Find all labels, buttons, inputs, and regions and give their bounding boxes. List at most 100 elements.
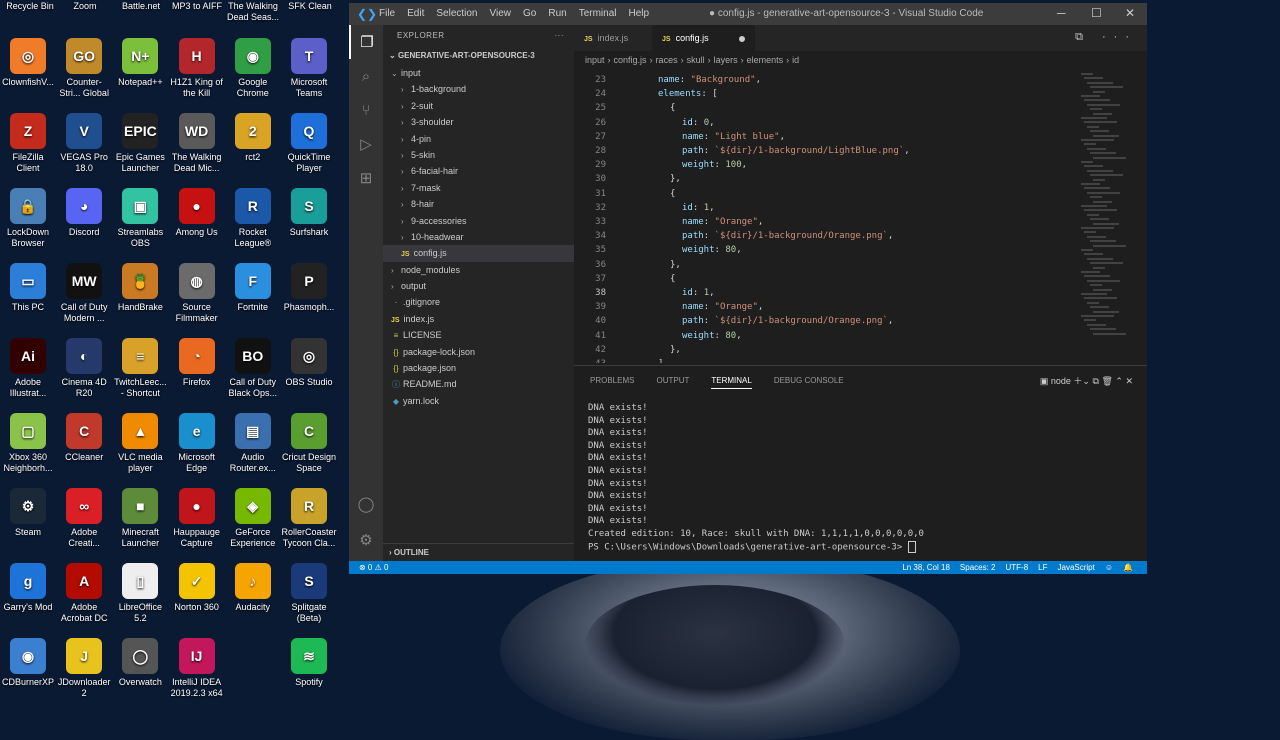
desktop-shortcut[interactable]: ◉ CDBurnerXP [0, 638, 56, 688]
indentation[interactable]: Spaces: 2 [960, 561, 996, 574]
desktop-shortcut[interactable]: ▢ Xbox 360 Neighborh... [0, 413, 56, 474]
desktop-shortcut[interactable]: EPIC Epic Games Launcher [112, 113, 168, 174]
desktop-shortcut[interactable]: 🍍 HandBrake [112, 263, 168, 313]
code-editor[interactable]: 23 name: "Background", 24 elements: [25 {26 i… [574, 69, 1147, 363]
desktop-shortcut[interactable]: g Garry's Mod [0, 563, 56, 613]
panel-tab-debug-console[interactable]: DEBUG CONSOLE [774, 376, 844, 389]
minimize-icon[interactable]: ─ [1057, 6, 1066, 20]
desktop-shortcut[interactable]: ◯ Overwatch [112, 638, 168, 688]
desktop-shortcut[interactable]: WD The Walking Dead Mic... [169, 113, 225, 174]
tree-item[interactable]: › 4-pin [383, 131, 574, 147]
menu-selection[interactable]: Selection [436, 8, 477, 19]
terminal-output[interactable]: DNA exists! DNA exists! DNA exists! DNA exi… [588, 402, 924, 554]
desktop-shortcut[interactable]: ◎ ClownfishV... [0, 38, 56, 88]
terminal-prompt-line[interactable]: PS C:\Users\Windows\Downloads\generative… [588, 540, 924, 554]
split-terminal-icon[interactable]: ⧉ [1092, 376, 1098, 386]
close-icon[interactable]: ✕ [1125, 6, 1135, 20]
desktop-shortcut[interactable]: ≋ Spotify [281, 638, 337, 688]
desktop-top-label[interactable]: Battle.net [111, 1, 171, 12]
desktop-shortcut[interactable]: ◐ Cinema 4D R20 [56, 338, 112, 399]
tree-item[interactable]: › 3-shoulder [383, 114, 574, 130]
breadcrumb-item[interactable]: config.js [614, 55, 647, 65]
run-debug-icon[interactable]: ▷ [349, 127, 383, 161]
encoding[interactable]: UTF-8 [1005, 561, 1028, 574]
panel-tab-output[interactable]: OUTPUT [656, 376, 689, 389]
tree-item[interactable]: › 1-background [383, 81, 574, 97]
tree-item[interactable]: › 10-headwear [383, 229, 574, 245]
menu-file[interactable]: File [379, 8, 395, 19]
desktop-shortcut[interactable]: P Phasmoph... [281, 263, 337, 313]
breadcrumb-item[interactable]: races [656, 55, 678, 65]
menu-run[interactable]: Run [548, 8, 566, 19]
menu-view[interactable]: View [490, 8, 512, 19]
desktop-shortcut[interactable]: Z FileZilla Client [0, 113, 56, 174]
desktop-shortcut[interactable]: ▲ VLC media player [112, 413, 168, 474]
extensions-icon[interactable]: ⊞ [349, 161, 383, 195]
desktop-shortcut[interactable]: ◈ GeForce Experience [225, 488, 281, 549]
tree-item[interactable]: ≡ LICENSE [383, 327, 574, 343]
desktop-shortcut[interactable]: S Splitgate (Beta) [281, 563, 337, 624]
desktop-shortcut[interactable]: C Cricut Design Space [281, 413, 337, 474]
menu-edit[interactable]: Edit [407, 8, 424, 19]
unsaved-dot-icon[interactable] [738, 35, 745, 42]
tree-item[interactable]: ⓘ README.md [383, 376, 574, 392]
tree-item[interactable]: › 8-hair [383, 196, 574, 212]
desktop-shortcut[interactable]: ◉ Google Chrome [225, 38, 281, 99]
desktop-shortcut[interactable]: ◔ Firefox [169, 338, 225, 388]
panel-tab-problems[interactable]: PROBLEMS [590, 376, 634, 389]
desktop-shortcut[interactable]: ▤ Audio Router.ex... [225, 413, 281, 474]
maximize-panel-icon[interactable]: ⌃ [1115, 376, 1123, 386]
desktop-shortcut[interactable]: ✓ Norton 360 [169, 563, 225, 613]
language-mode[interactable]: JavaScript [1058, 561, 1095, 574]
desktop-shortcut[interactable]: A Adobe Acrobat DC [56, 563, 112, 624]
tree-item[interactable]: › output [383, 278, 574, 294]
desktop-top-label[interactable]: Zoom [55, 1, 115, 12]
breadcrumb-item[interactable]: id [792, 55, 799, 65]
tree-item[interactable]: {} package.json [383, 360, 574, 376]
explorer-icon[interactable]: ❐ [349, 25, 383, 59]
tree-item[interactable]: › 2-suit [383, 98, 574, 114]
tree-item[interactable]: ◆ yarn.lock [383, 393, 574, 409]
tree-item[interactable]: › 5-skin [383, 147, 574, 163]
breadcrumb-item[interactable]: skull [687, 55, 705, 65]
account-icon[interactable]: ◯ [349, 487, 383, 521]
desktop-shortcut[interactable]: ▭ This PC [0, 263, 56, 313]
desktop-shortcut[interactable]: Ai Adobe Illustrat... [0, 338, 56, 399]
breadcrumb-item[interactable]: layers [714, 55, 738, 65]
tree-item[interactable]: JS config.js [383, 245, 574, 262]
desktop-shortcut[interactable]: V VEGAS Pro 18.0 [56, 113, 112, 174]
desktop-shortcut[interactable]: ≡ TwitchLeec... - Shortcut [112, 338, 168, 399]
desktop-shortcut[interactable]: ▣ Streamlabs OBS [112, 188, 168, 249]
desktop-shortcut[interactable]: e Microsoft Edge [169, 413, 225, 474]
split-editor-icon[interactable]: ⧉ ··· [1075, 31, 1137, 44]
desktop-shortcut[interactable]: ◕ Discord [56, 188, 112, 238]
desktop-shortcut[interactable]: ♪ Audacity [225, 563, 281, 613]
cursor-position[interactable]: Ln 38, Col 18 [902, 561, 950, 574]
desktop-shortcut[interactable]: ∞ Adobe Creati... [56, 488, 112, 549]
desktop-shortcut[interactable]: ● Hauppauge Capture [169, 488, 225, 549]
breadcrumb-item[interactable]: elements [747, 55, 784, 65]
desktop-shortcut[interactable]: ▯ LibreOffice 5.2 [112, 563, 168, 624]
menu-go[interactable]: Go [523, 8, 536, 19]
desktop-shortcut[interactable]: ◍ Source Filmmaker [169, 263, 225, 324]
tree-item[interactable]: › 7-mask [383, 180, 574, 196]
tree-item[interactable]: ⌄ input [383, 65, 574, 81]
desktop-shortcut[interactable]: 2 rct2 [225, 113, 281, 163]
tree-item[interactable]: › node_modules [383, 262, 574, 278]
desktop-shortcut[interactable]: 🔒 LockDown Browser [0, 188, 56, 249]
desktop-top-label[interactable]: Recycle Bin [0, 1, 60, 12]
close-panel-icon[interactable]: ✕ [1125, 376, 1133, 386]
settings-gear-icon[interactable]: ⚙ [349, 523, 383, 557]
desktop-shortcut[interactable]: MW Call of Duty Modern ... [56, 263, 112, 324]
problems-status[interactable]: ⊗ 0 ⚠ 0 [359, 561, 388, 574]
tab-index-js[interactable]: JS index.js [574, 25, 638, 51]
project-root[interactable]: ⌄ GENERATIVE-ART-OPENSOURCE-3 [383, 47, 574, 65]
desktop-shortcut[interactable]: Q QuickTime Player [281, 113, 337, 174]
panel-tab-terminal[interactable]: TERMINAL [711, 376, 752, 389]
desktop-shortcut[interactable]: ⚙ Steam [0, 488, 56, 538]
terminal-shell[interactable]: node [1051, 376, 1071, 386]
desktop-shortcut[interactable]: R RollerCoaster Tycoon Cla... [281, 488, 337, 549]
tree-item[interactable]: {} package-lock.json [383, 344, 574, 360]
desktop-shortcut[interactable]: N+ Notepad++ [112, 38, 168, 88]
desktop-shortcut[interactable]: IJ IntelliJ IDEA 2019.2.3 x64 [169, 638, 225, 699]
